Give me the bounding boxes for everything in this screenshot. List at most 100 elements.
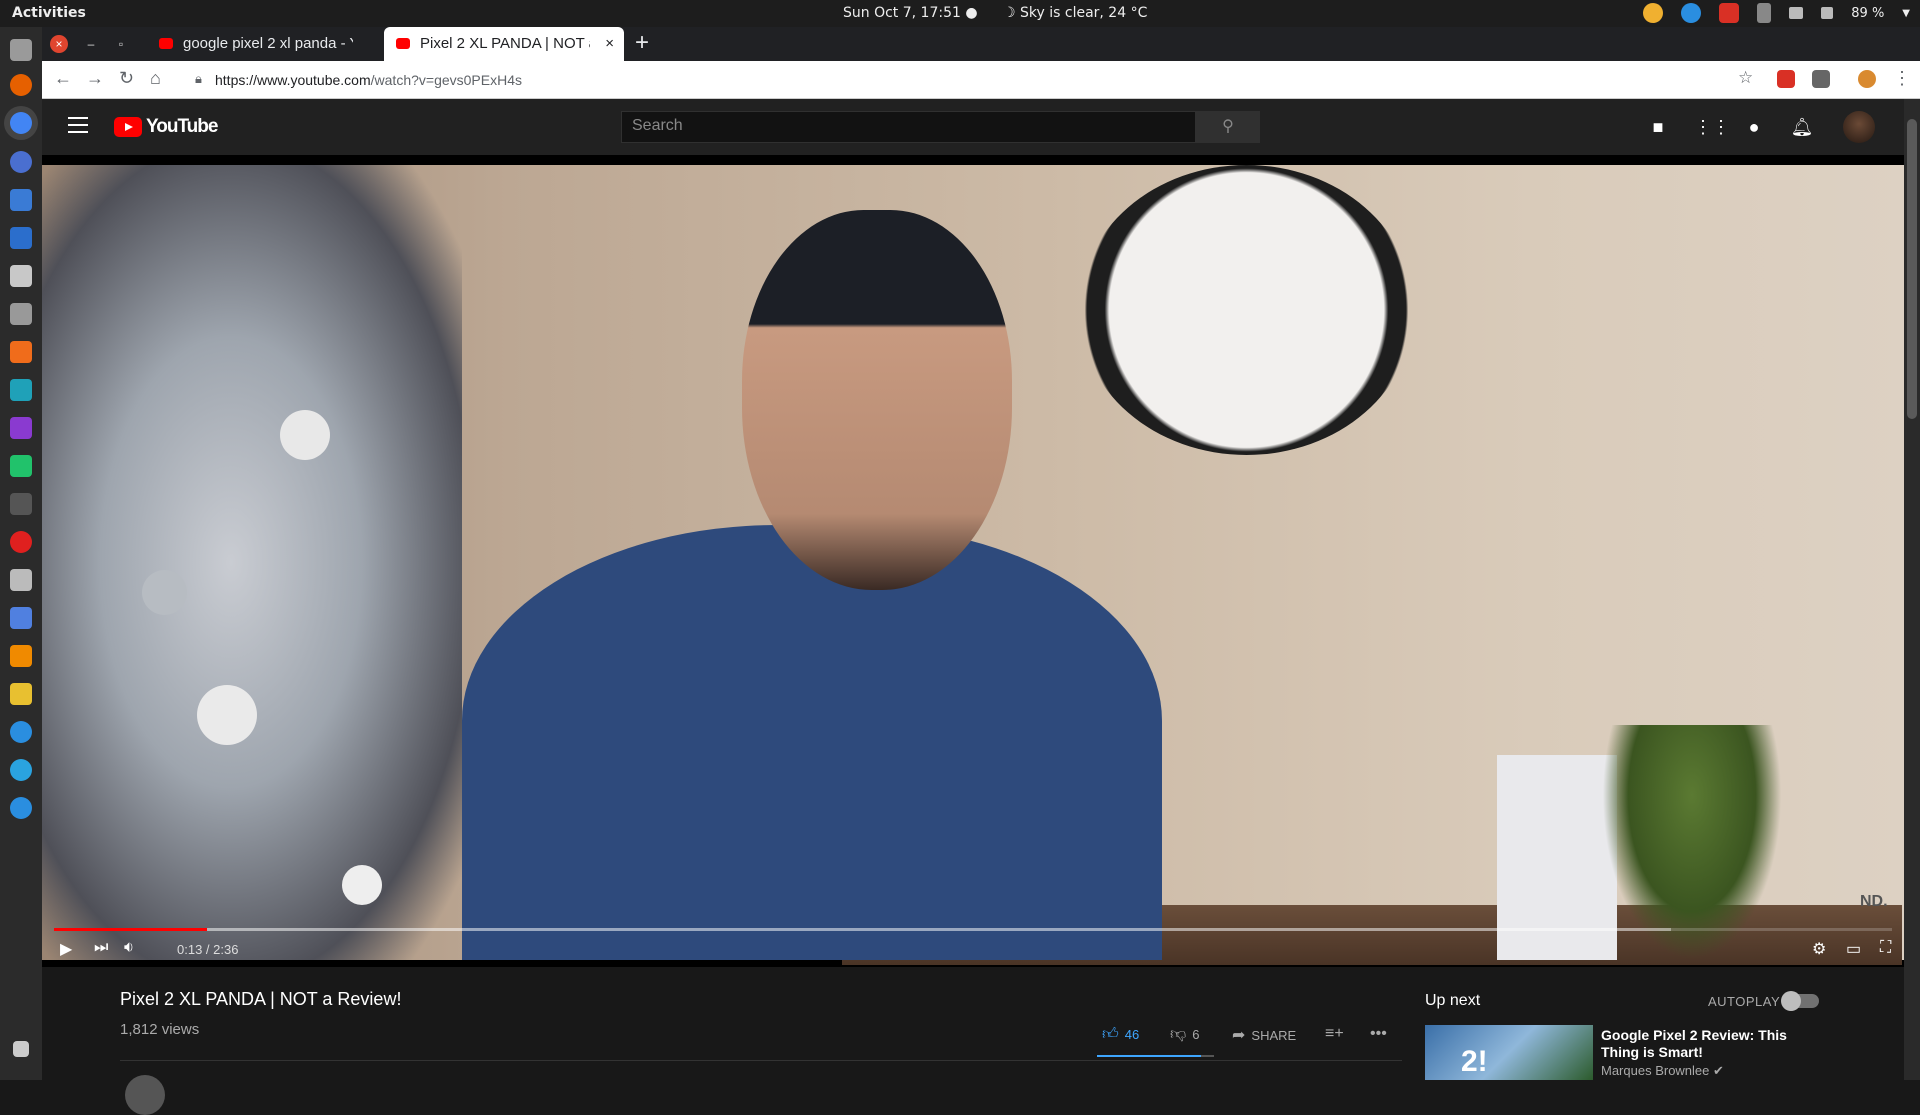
video-player[interactable]: ND. ▶ ⏭ 🔉︎ 0:13 / 2:36 ⚙ ▭ ⛶ [42,155,1904,967]
software-center-app-icon[interactable] [10,341,32,363]
search-icon: ⚲ [1222,118,1234,135]
volume-icon[interactable]: 🔉︎ [124,939,134,957]
share-arrow-icon: ➦ [1232,1027,1246,1044]
system-clock[interactable]: Sun Oct 7, 17:51 ● [843,5,978,21]
phpstorm-app-icon[interactable] [10,417,32,439]
system-menu-chevron-icon[interactable]: ▼ [1902,8,1910,19]
dislike-button[interactable]: 👎︎ 6 [1170,1025,1199,1044]
weather-indicator[interactable]: ☽ Sky is clear, 24 °C [1003,5,1147,21]
ornament [342,865,382,905]
fullscreen-icon[interactable]: ⛶ [1880,939,1891,957]
video-title: Pixel 2 XL PANDA | NOT a Review! [120,989,402,1009]
ornament [142,570,187,615]
browser-menu-icon[interactable]: ⋮ [1893,68,1911,89]
video-scene-person-head [742,210,1012,590]
account-avatar[interactable] [1843,111,1875,143]
window-minimize-icon[interactable]: – [82,35,100,53]
tab-search-results[interactable]: google pixel 2 xl panda - Y × [147,27,422,61]
ornament [197,685,257,745]
tab-close-icon[interactable]: × [605,27,614,61]
mail-icon[interactable] [1719,3,1740,23]
home-icon[interactable]: ⌂ [150,68,161,89]
notifications-bell-icon[interactable]: 🔔︎ [1790,115,1814,139]
extension-icon[interactable] [1812,70,1830,88]
view-count: 1,812 views [120,1021,200,1038]
video-scene-wall-clock [1079,165,1414,455]
text-editor-app-icon[interactable] [10,189,32,211]
extension-icon[interactable] [1643,3,1664,23]
recommended-video-title[interactable]: Google Pixel 2 Review: This Thing is Sma… [1601,1027,1801,1061]
tab-video[interactable]: Pixel 2 XL PANDA | NOT a R × [384,27,624,61]
chromium-app-icon[interactable] [10,151,32,173]
bookmark-star-icon[interactable]: ☆ [1738,68,1753,88]
window-restore-icon[interactable]: ▫ [112,35,130,53]
cloud-client-app-icon[interactable] [10,797,32,819]
video-scene-person-body [462,525,1162,960]
network-icon[interactable] [1789,7,1804,19]
cloud-app-icon[interactable] [10,721,32,743]
activities-button[interactable]: Activities [12,5,86,21]
chrome-app-icon[interactable] [10,112,32,134]
screenshot-app-icon[interactable] [10,607,32,629]
messages-icon[interactable]: ● [1742,115,1766,139]
create-video-icon[interactable]: ■ [1646,115,1670,139]
printer-app-icon[interactable] [10,265,32,287]
apps-grid-icon[interactable]: ⋮⋮ [1694,115,1730,139]
video-progress-bar[interactable] [54,928,1892,931]
system-monitor-app-icon[interactable] [10,493,32,515]
youtube-wordmark: YouTube [146,116,218,137]
cloud-sync-icon[interactable] [1681,3,1702,23]
vlc-app-icon[interactable] [10,645,32,667]
new-tab-button[interactable]: + [635,29,649,57]
show-apps-grid-icon[interactable] [13,1041,29,1057]
toggle-knob [1781,991,1801,1011]
settings-gear-icon[interactable]: ⚙ [1812,939,1826,959]
theater-mode-icon[interactable]: ▭ [1846,939,1861,959]
archive-app-icon[interactable] [10,683,32,705]
reload-icon[interactable]: ↻ [119,68,134,89]
back-icon[interactable]: ← [54,68,72,89]
window-close-icon[interactable]: × [50,35,68,53]
system-top-bar: Activities Sun Oct 7, 17:51 ● ☽ Sky is c… [0,0,1920,27]
adblock-extension-icon[interactable] [1777,70,1795,88]
opera-app-icon[interactable] [10,531,32,553]
profile-avatar[interactable] [1858,70,1876,88]
battery-indicator[interactable]: 89 % [1851,6,1884,21]
forward-icon[interactable]: → [86,68,104,89]
search-input[interactable]: Search [621,111,1196,143]
youtube-masthead: YouTube Search ⚲ ■ ⋮⋮ ● 🔔︎ [42,99,1904,155]
notes-app-icon[interactable] [10,227,32,249]
usb-icon[interactable] [1757,3,1772,23]
video-scene-christmas-tree [42,165,462,960]
pycharm-app-icon[interactable] [10,455,32,477]
recommended-video-channel[interactable]: Marques Brownlee ✔ [1601,1063,1724,1079]
webstorm-app-icon[interactable] [10,379,32,401]
browser-toolbar: ← → ↻ ⌂ 🔒︎ https://www.youtube.com/watch… [42,61,1920,99]
save-to-playlist-button[interactable]: ≡+ [1325,1025,1344,1043]
volume-icon[interactable] [1821,7,1834,19]
play-icon[interactable]: ▶ [60,939,72,959]
autoplay-toggle[interactable] [1781,991,1819,1011]
page-scrollbar[interactable] [1904,99,1920,1080]
address-bar-url[interactable]: https://www.youtube.com/watch?v=gevs0PEx… [215,72,522,88]
next-video-icon[interactable]: ⏭ [94,939,108,957]
files-app-icon[interactable] [10,39,32,61]
channel-watermark[interactable]: ND. [1860,893,1888,911]
virtualbox-app-icon[interactable] [10,569,32,591]
like-button[interactable]: 👍︎ 46 [1102,1025,1139,1044]
share-button[interactable]: ➦ SHARE [1232,1025,1296,1045]
guide-menu-icon[interactable] [68,117,88,133]
application-dock [0,27,42,1080]
player-controls: ▶ ⏭ 🔉︎ 0:13 / 2:36 ⚙ ▭ ⛶ [42,933,1904,967]
scrollbar-thumb[interactable] [1907,119,1917,419]
youtube-logo[interactable]: YouTube [114,116,218,138]
more-actions-button[interactable]: ••• [1370,1025,1387,1043]
firefox-app-icon[interactable] [10,74,32,96]
divider [120,1060,1402,1061]
lock-icon[interactable]: 🔒︎ [195,71,202,87]
recommended-video-thumbnail[interactable]: 2! [1425,1025,1593,1080]
channel-avatar[interactable] [125,1075,165,1115]
search-app-icon[interactable] [10,303,32,325]
telegram-app-icon[interactable] [10,759,32,781]
search-button[interactable]: ⚲ [1196,111,1260,143]
